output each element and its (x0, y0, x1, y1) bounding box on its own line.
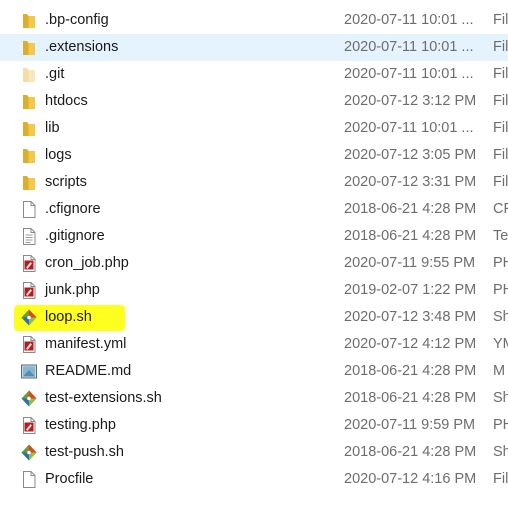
file-row[interactable]: .cfignore 2018-06-21 4:28 PM CF (0, 196, 508, 223)
date-modified: 2020-07-12 4:16 PM (344, 471, 477, 487)
file-row[interactable]: README.md 2018-06-21 4:28 PM M (0, 358, 508, 385)
file-type: Sh (493, 309, 508, 325)
date-modified: 2020-07-11 10:01 ... (344, 12, 474, 28)
file-name: .git (45, 66, 65, 82)
file-type: PH (493, 282, 508, 298)
date-modified: 2020-07-11 9:59 PM (344, 417, 476, 433)
date-modified: 2018-06-21 4:28 PM (344, 363, 477, 379)
file-type: Fil (493, 471, 508, 487)
folder-icon (20, 173, 38, 192)
file-row[interactable]: test-push.sh 2018-06-21 4:28 PM Sh (0, 439, 508, 466)
date-modified: 2018-06-21 4:28 PM (344, 444, 477, 460)
markdown-file-icon (20, 362, 38, 381)
file-type: PH (493, 417, 508, 433)
file-name: logs (45, 147, 72, 163)
file-name: scripts (45, 174, 87, 190)
file-row[interactable]: scripts 2020-07-12 3:31 PM Fil (0, 169, 508, 196)
file-type: M (493, 363, 506, 379)
file-row[interactable]: junk.php 2019-02-07 1:22 PM PH (0, 277, 508, 304)
date-modified: 2020-07-11 10:01 ... (344, 39, 474, 55)
date-modified: 2020-07-11 10:01 ... (344, 120, 474, 136)
file-type: Sh (493, 444, 508, 460)
file-type: Te (493, 228, 508, 244)
php-file-icon (20, 254, 38, 273)
file-row[interactable]: manifest.yml 2020-07-12 4:12 PM YM (0, 331, 508, 358)
blank-file-icon (20, 200, 38, 219)
file-row[interactable]: cron_job.php 2020-07-11 9:55 PM PH (0, 250, 508, 277)
folder-icon (20, 11, 38, 30)
date-modified: 2020-07-12 3:05 PM (344, 147, 477, 163)
file-type: Fil (493, 93, 508, 109)
date-modified: 2020-07-11 10:01 ... (344, 66, 474, 82)
folder-faded-icon (20, 65, 38, 84)
file-list: .bp-config 2020-07-11 10:01 ... Fil .exten… (0, 7, 508, 493)
file-row[interactable]: loop.sh 2020-07-12 3:48 PM Sh (0, 304, 508, 331)
file-name: htdocs (45, 93, 88, 109)
date-modified: 2020-07-11 9:55 PM (344, 255, 476, 271)
file-name: test-extensions.sh (45, 390, 162, 406)
file-name: .gitignore (45, 228, 105, 244)
file-type: Fil (493, 147, 508, 163)
file-name: README.md (45, 363, 132, 379)
folder-icon (20, 119, 38, 138)
file-type: YM (493, 336, 508, 352)
file-type: Fil (493, 120, 508, 136)
file-row-selected[interactable]: .extensions 2020-07-11 10:01 ... Fil (0, 34, 508, 61)
git-shell-icon (20, 389, 38, 408)
date-modified: 2018-06-21 4:28 PM (344, 201, 477, 217)
php-file-icon (20, 281, 38, 300)
blank-file-icon (20, 470, 38, 489)
file-type: Fil (493, 12, 508, 28)
file-type: CF (493, 201, 508, 217)
date-modified: 2018-06-21 4:28 PM (344, 390, 477, 406)
file-row[interactable]: .gitignore 2018-06-21 4:28 PM Te (0, 223, 508, 250)
file-name: test-push.sh (45, 444, 124, 460)
file-row[interactable]: .git 2020-07-11 10:01 ... Fil (0, 61, 508, 88)
file-name: .cfignore (45, 201, 101, 217)
file-type: PH (493, 255, 508, 271)
date-modified: 2020-07-12 3:31 PM (344, 174, 477, 190)
file-type: Sh (493, 390, 508, 406)
file-row[interactable]: lib 2020-07-11 10:01 ... Fil (0, 115, 508, 142)
git-shell-icon (20, 308, 38, 327)
file-name: .extensions (45, 39, 119, 55)
file-name: loop.sh (45, 309, 92, 325)
date-modified: 2018-06-21 4:28 PM (344, 228, 477, 244)
file-name: .bp-config (45, 12, 109, 28)
file-name: testing.php (45, 417, 116, 433)
date-modified: 2020-07-12 4:12 PM (344, 336, 477, 352)
text-file-icon (20, 227, 38, 246)
php-file-icon (20, 416, 38, 435)
file-name: cron_job.php (45, 255, 129, 271)
date-modified: 2020-07-12 3:48 PM (344, 309, 477, 325)
file-row[interactable]: testing.php 2020-07-11 9:59 PM PH (0, 412, 508, 439)
folder-icon (20, 38, 38, 57)
file-name: junk.php (45, 282, 100, 298)
file-name: Procfile (45, 471, 94, 487)
folder-icon (20, 146, 38, 165)
file-type: Fil (493, 66, 508, 82)
date-modified: 2019-02-07 1:22 PM (344, 282, 477, 298)
file-type: Fil (493, 39, 508, 55)
file-name: lib (45, 120, 60, 136)
git-shell-icon (20, 443, 38, 462)
folder-icon (20, 92, 38, 111)
file-row[interactable]: Procfile 2020-07-12 4:16 PM Fil (0, 466, 508, 493)
date-modified: 2020-07-12 3:12 PM (344, 93, 477, 109)
file-row[interactable]: logs 2020-07-12 3:05 PM Fil (0, 142, 508, 169)
file-row[interactable]: test-extensions.sh 2018-06-21 4:28 PM Sh (0, 385, 508, 412)
file-row[interactable]: .bp-config 2020-07-11 10:01 ... Fil (0, 7, 508, 34)
file-row[interactable]: htdocs 2020-07-12 3:12 PM Fil (0, 88, 508, 115)
file-type: Fil (493, 174, 508, 190)
php-file-icon (20, 335, 38, 354)
file-name: manifest.yml (45, 336, 127, 352)
